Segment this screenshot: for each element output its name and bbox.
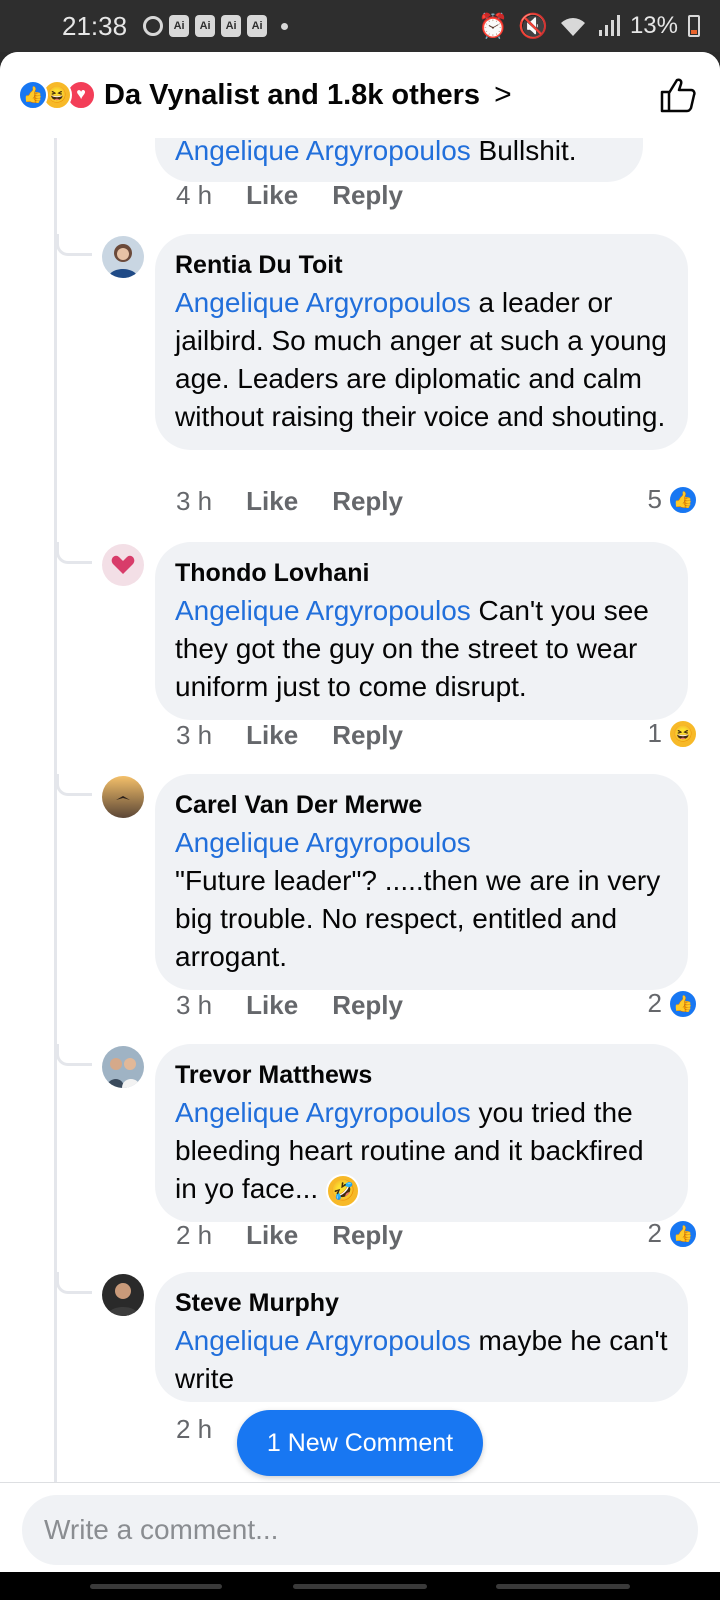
thread-branch [56, 1272, 92, 1294]
chevron-right-icon[interactable]: > [494, 78, 512, 112]
mention-link[interactable]: Angelique Argyropoulos [175, 1325, 471, 1356]
avatar[interactable] [102, 236, 144, 278]
comment-text: "Future leader"? .....then we are in ver… [175, 865, 661, 972]
comment-time[interactable]: 3 h [176, 486, 212, 517]
like-button[interactable]: Like [246, 180, 298, 211]
mention-link[interactable]: Angelique Argyropoulos [175, 135, 471, 166]
like-button[interactable]: Like [246, 1220, 298, 1251]
ai-badge-icon: Ai [169, 15, 190, 37]
status-bar: 21:38 Ai Ai Ai Ai ⏰ 🔇 13% [0, 0, 720, 52]
reply-button[interactable]: Reply [332, 720, 403, 751]
comment-time[interactable]: 3 h [176, 720, 212, 751]
like-button[interactable]: Like [246, 720, 298, 751]
like-icon: 👍 [668, 1218, 698, 1249]
thread-branch [56, 542, 92, 564]
haha-icon: 😆 [668, 718, 698, 749]
battery-icon [688, 15, 700, 37]
thumbs-up-icon[interactable] [658, 75, 698, 115]
comment-bubble[interactable]: Thondo Lovhani Angelique Argyropoulos Ca… [155, 542, 688, 720]
comment-input[interactable] [22, 1495, 698, 1565]
comment-actions: 3 h Like Reply [176, 990, 403, 1021]
reaction-count-value: 5 [647, 484, 662, 514]
thread-branch [56, 1044, 92, 1066]
comment-actions: 2 h Like Reply [176, 1220, 403, 1251]
like-icon: 👍 [668, 988, 698, 1019]
like-icon: 👍 [668, 484, 698, 515]
reaction-count-value: 1 [647, 718, 662, 748]
wifi-icon [560, 18, 585, 36]
comment-bubble[interactable]: Steve Murphy Angelique Argyropoulos mayb… [155, 1272, 688, 1402]
avatar[interactable] [102, 776, 144, 818]
like-icon: 👍 [18, 80, 48, 110]
reactions-header[interactable]: 👍 😆 ♥ Da Vynalist and 1.8k others > [0, 52, 720, 138]
comment-time[interactable]: 3 h [176, 990, 212, 1021]
alarm-icon: ⏰ [478, 12, 509, 40]
reply-button[interactable]: Reply [332, 486, 403, 517]
mention-link[interactable]: Angelique Argyropoulos [175, 824, 668, 862]
comment-bubble[interactable]: Trevor Matthews Angelique Argyropoulos y… [155, 1044, 688, 1222]
comment-author[interactable]: Thondo Lovhani [175, 556, 668, 590]
thread-branch [56, 234, 92, 256]
comment-author[interactable]: Steve Murphy [175, 1286, 668, 1320]
thread-branch [56, 774, 92, 796]
new-comment-button[interactable]: 1 New Comment [237, 1410, 483, 1476]
comment-bubble[interactable]: Carel Van Der Merwe Angelique Argyropoul… [155, 774, 688, 990]
comment-actions: 3 h Like Reply [176, 720, 403, 751]
avatar[interactable] [102, 1046, 144, 1088]
reaction-count[interactable]: 2 👍 [648, 1218, 698, 1249]
reply-button[interactable]: Reply [332, 1220, 403, 1251]
comment-author[interactable]: Trevor Matthews [175, 1058, 668, 1092]
comment-bubble[interactable]: Rentia Du Toit Angelique Argyropoulos a … [155, 234, 688, 450]
reaction-count[interactable]: 1 😆 [648, 718, 698, 749]
reply-button[interactable]: Reply [332, 180, 403, 211]
comment-text: Bullshit. [470, 135, 577, 166]
mute-icon: 🔇 [518, 12, 548, 40]
comment-actions: 4 h Like Reply [176, 180, 403, 211]
notification-dot-icon [281, 22, 289, 30]
like-button[interactable]: Like [246, 486, 298, 517]
reaction-count-value: 2 [647, 1218, 662, 1248]
mention-link[interactable]: Angelique Argyropoulos [175, 595, 471, 626]
comment-time[interactable]: 4 h [176, 180, 212, 211]
nav-recents-handle[interactable] [496, 1584, 630, 1589]
nav-back-handle[interactable] [90, 1584, 222, 1589]
avatar[interactable] [102, 544, 144, 586]
reply-button[interactable]: Reply [332, 990, 403, 1021]
comment-time[interactable]: 2 h [176, 1220, 212, 1251]
like-button[interactable]: Like [246, 990, 298, 1021]
comment-composer [0, 1482, 720, 1572]
mention-link[interactable]: Angelique Argyropoulos [175, 287, 471, 318]
sync-icon [143, 16, 164, 36]
reaction-count-value: 2 [647, 988, 662, 1018]
comment-time[interactable]: 2 h [176, 1414, 212, 1445]
ai-badge-icon: Ai [221, 15, 242, 37]
comment-actions: 3 h Like Reply [176, 486, 403, 517]
ai-badge-icon: Ai [195, 15, 216, 37]
status-right: ⏰ 🔇 13% [478, 12, 700, 41]
ai-badge-icon: Ai [247, 15, 268, 37]
reactors-summary[interactable]: Da Vynalist and 1.8k others [104, 79, 480, 112]
signal-icon [598, 15, 620, 36]
nav-home-handle[interactable] [293, 1584, 427, 1589]
reaction-count[interactable]: 5 👍 [648, 484, 698, 515]
avatar[interactable] [102, 1274, 144, 1316]
system-nav-bar [0, 1572, 720, 1600]
comment-author[interactable]: Rentia Du Toit [175, 248, 668, 282]
comments-sheet: 👍 😆 ♥ Da Vynalist and 1.8k others > Ange… [0, 52, 720, 1572]
status-time: 21:38 [62, 10, 128, 41]
reaction-count[interactable]: 2 👍 [648, 988, 698, 1019]
comment-author[interactable]: Carel Van Der Merwe [175, 788, 668, 822]
rofl-emoji-icon: 🤣 [325, 1173, 360, 1208]
status-left: 21:38 Ai Ai Ai Ai [62, 10, 289, 42]
thread-line [54, 138, 57, 1538]
comment-actions: 2 h [176, 1414, 212, 1445]
battery-percent: 13% [629, 12, 678, 39]
mention-link[interactable]: Angelique Argyropoulos [175, 1097, 471, 1128]
